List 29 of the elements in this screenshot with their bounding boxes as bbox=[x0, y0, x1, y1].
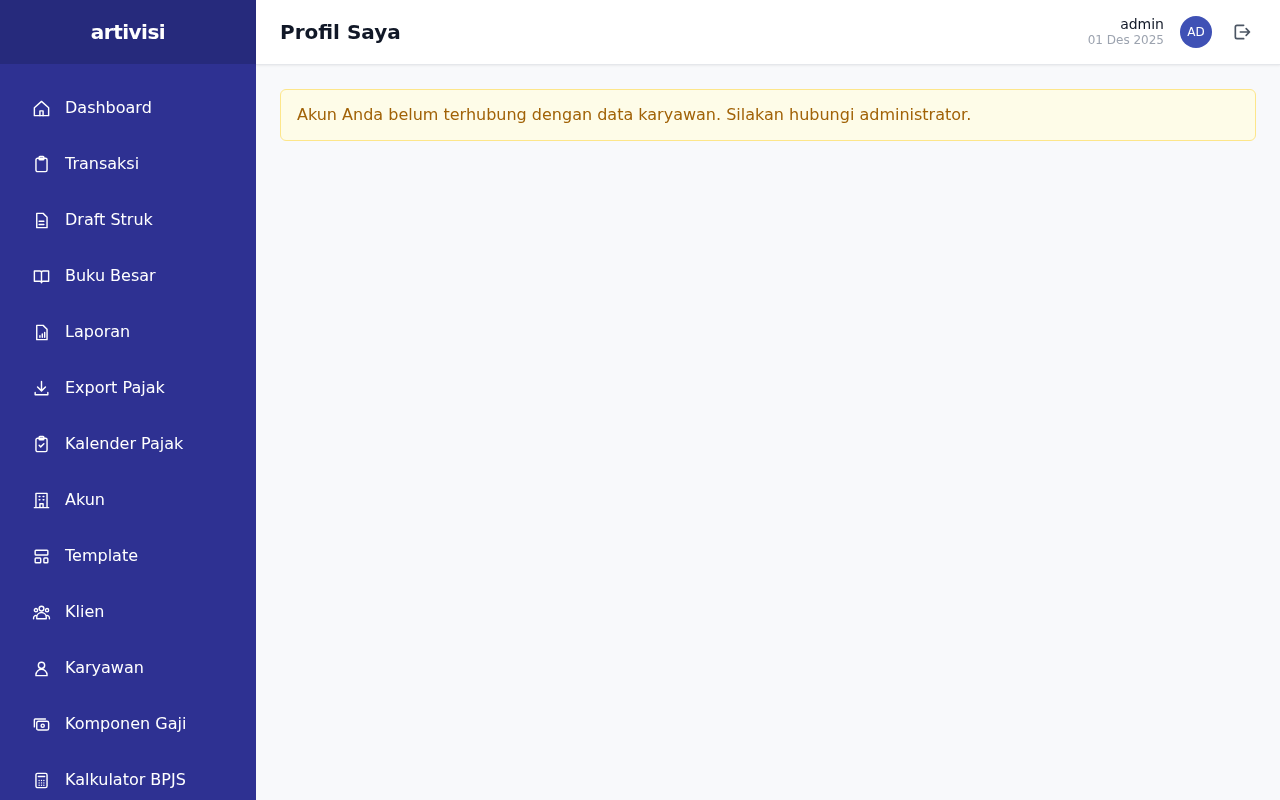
sidebar-item[interactable]: Template bbox=[0, 528, 256, 584]
sidebar-item[interactable]: Klien bbox=[0, 584, 256, 640]
sidebar-item[interactable]: Transaksi bbox=[0, 136, 256, 192]
download-icon bbox=[32, 378, 51, 398]
page-title: Profil Saya bbox=[280, 20, 401, 44]
layout-icon bbox=[32, 546, 51, 566]
sidebar-item[interactable]: Draft Struk bbox=[0, 192, 256, 248]
logo: artivisi bbox=[90, 19, 166, 46]
date-label: 01 Des 2025 bbox=[1087, 32, 1164, 49]
group-icon bbox=[32, 602, 51, 622]
sidebar-item[interactable]: Laporan bbox=[0, 304, 256, 360]
building-icon bbox=[32, 490, 51, 510]
user-icon bbox=[32, 658, 51, 678]
calculator-icon bbox=[32, 770, 51, 790]
clipboard-icon bbox=[32, 154, 51, 174]
sidebar-item[interactable]: Karyawan bbox=[0, 640, 256, 696]
user-avatar[interactable]: AD bbox=[1180, 16, 1212, 48]
home-icon bbox=[32, 98, 51, 118]
warning-alert: Akun Anda belum terhubung dengan data karyawan. Silakan hubungi administrator. bbox=[280, 89, 1256, 141]
logout-icon bbox=[1232, 22, 1252, 42]
sidebar-item[interactable]: Buku Besar bbox=[0, 248, 256, 304]
sidebar-item[interactable]: Kalkulator BPJS bbox=[0, 752, 256, 800]
clipboard-check-icon bbox=[32, 434, 51, 454]
sidebar-item[interactable]: Dashboard bbox=[0, 80, 256, 136]
user-name: admin bbox=[1119, 15, 1164, 33]
sidebar-item[interactable]: Komponen Gaji bbox=[0, 696, 256, 752]
sidebar-item[interactable]: Kalender Pajak bbox=[0, 416, 256, 472]
sidebar-item[interactable]: Akun bbox=[0, 472, 256, 528]
sidebar-item[interactable]: Export Pajak bbox=[0, 360, 256, 416]
